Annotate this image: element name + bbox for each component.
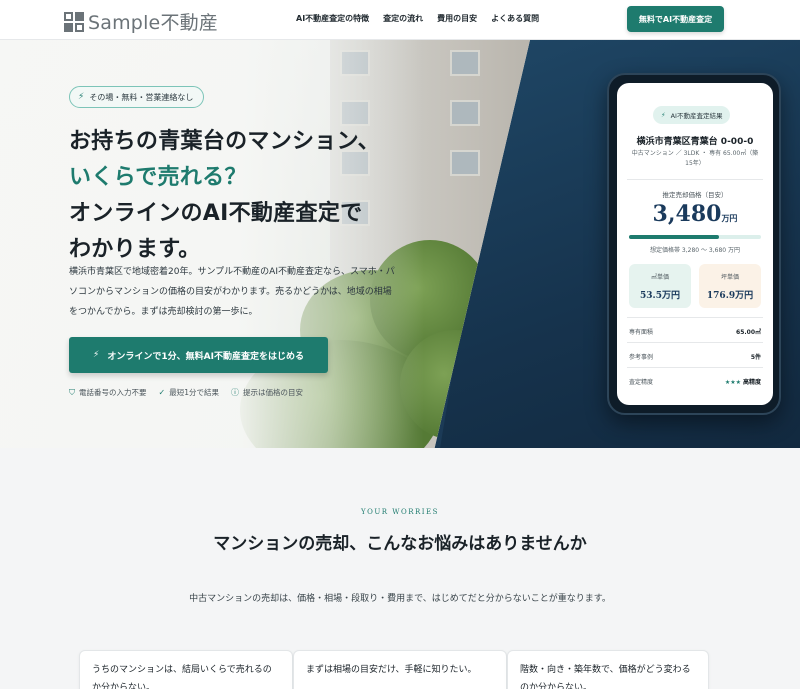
bolt-icon: ⚡︎ (93, 350, 100, 360)
hero-badge: ⚡︎ その場・無料・営業連絡なし (69, 86, 205, 108)
headline-line-2: いくらで売れる？ (69, 165, 247, 190)
logo-text: Sample不動産 (88, 12, 219, 34)
section-subtitle: 中古マンションの売却は、価格・相場・段取り・費用まで、はじめてだと分からないこと… (189, 594, 611, 604)
feature-text: 提示は価格の目安 (242, 388, 303, 397)
detail-row: 参考事例 5件 (629, 349, 761, 363)
detail-label: 査定精度 (629, 378, 654, 386)
divider (627, 367, 763, 368)
section-title: マンションの売却、こんなお悩みはありませんか (213, 534, 587, 554)
phone-mockup: ⚡︎ AI不動産査定結果 横浜市青葉区青葉台 0-00-0 中古マンション ／ … (607, 73, 781, 415)
tsubo-price-label: 坪単価 (720, 274, 739, 281)
hero-features: ⛉ 電話番号の入力不要 ✓ 最短1分で結果 ⓘ 提示は価格の目安 (69, 387, 303, 398)
worry-card: まずは相場の目安だけ、手軽に知りたい。 (293, 650, 507, 689)
bolt-icon: ⚡︎ (78, 92, 85, 102)
nav-faq[interactable]: よくある質問 (491, 13, 539, 24)
accuracy-value: ★★★ 高精度 (725, 377, 761, 386)
price-label: 推定売却価格（目安） (662, 191, 728, 199)
feature-item: ⛉ 電話番号の入力不要 (69, 387, 147, 398)
divider (627, 317, 763, 318)
divider (627, 342, 763, 343)
logo-icon (64, 11, 84, 32)
price-value: 3,480 (652, 201, 722, 227)
feature-item: ✓ 最短1分で結果 (159, 387, 219, 398)
sqm-price-value: 53.5万円 (640, 291, 680, 301)
start-appraisal-button[interactable]: ⚡︎ オンラインで1分、無料AI不動産査定をはじめる (69, 337, 328, 373)
hero-badge-text: その場・無料・営業連絡なし (89, 92, 194, 102)
price-range-fill (629, 235, 719, 239)
worry-card: 階数・向き・築年数で、価格がどう変わるのか分からない。 (507, 650, 709, 689)
detail-label: 専有面積 (629, 328, 654, 336)
detail-label: 参考事例 (629, 353, 654, 361)
property-summary: 中古マンション ／ 3LDK ・ 専有 65.00㎡（築15年） (631, 150, 759, 167)
nav-flow[interactable]: 査定の流れ (383, 13, 423, 24)
accuracy-text: 高精度 (742, 378, 761, 386)
phone-screen: ⚡︎ AI不動産査定結果 横浜市青葉区青葉台 0-00-0 中古マンション ／ … (617, 83, 773, 405)
info-icon: ⓘ (230, 388, 239, 397)
feature-text: 電話番号の入力不要 (79, 388, 147, 397)
main-nav: AI不動産査定の特徴 査定の流れ 費用の目安 よくある質問 (296, 13, 539, 24)
logo[interactable]: Sample不動産 (64, 8, 218, 35)
detail-value: 65.00㎡ (736, 328, 761, 336)
section-eyebrow: YOUR WORRIES (361, 508, 439, 516)
hero-lead: 横浜市青葉区で地域密着20年。サンプル不動産のAI不動産査定なら、スマホ・パソコ… (69, 267, 395, 317)
nav-cost[interactable]: 費用の目安 (437, 13, 477, 24)
bolt-icon: ⚡︎ (661, 111, 666, 119)
price-range-text: 想定価格帯 3,280 〜 3,680 万円 (650, 247, 740, 254)
worry-card: うちのマンションは、結局いくらで売れるのか分からない。 (79, 650, 293, 689)
estimated-price: 3,480万円 (617, 201, 773, 227)
star-icon: ★★★ (724, 378, 741, 386)
result-badge: ⚡︎ AI不動産査定結果 (653, 106, 731, 124)
detail-row: 査定精度 ★★★ 高精度 (629, 374, 761, 388)
tsubo-price-value: 176.9万円 (706, 291, 754, 301)
check-icon: ✓ (158, 388, 166, 397)
tsubo-price-box: 坪単価 176.9万円 (699, 264, 761, 308)
nav-features[interactable]: AI不動産査定の特徴 (296, 13, 369, 24)
headline-line-3: オンラインのAI不動産査定で (69, 201, 363, 226)
divider (627, 179, 763, 180)
detail-value: 5件 (750, 353, 761, 361)
result-badge-text: AI不動産査定結果 (670, 112, 723, 120)
price-unit: 万円 (721, 213, 738, 223)
site-header: Sample不動産 AI不動産査定の特徴 査定の流れ 費用の目安 よくある質問 … (0, 0, 800, 40)
start-appraisal-label: オンラインで1分、無料AI不動産査定をはじめる (107, 351, 304, 362)
feature-text: 最短1分で結果 (169, 388, 219, 397)
header-cta-button[interactable]: 無料でAI不動産査定 (627, 6, 724, 32)
shield-icon: ⛉ (69, 387, 75, 397)
headline-line-1: お持ちの青葉台のマンション、 (69, 129, 380, 154)
feature-item: ⓘ 提示は価格の目安 (231, 387, 303, 398)
property-address: 横浜市青葉区青葉台 0-00-0 (636, 137, 754, 147)
price-range-bar (629, 235, 761, 239)
hero-section: ⚡︎ その場・無料・営業連絡なし お持ちの青葉台のマンション、 いくらで売れる？… (0, 40, 800, 448)
sqm-price-box: ㎡単価 53.5万円 (629, 264, 691, 308)
hero-headline: お持ちの青葉台のマンション、 いくらで売れる？ オンラインのAI不動産査定で わ… (69, 124, 380, 268)
detail-row: 専有面積 65.00㎡ (629, 324, 761, 338)
sqm-price-label: ㎡単価 (650, 274, 669, 281)
